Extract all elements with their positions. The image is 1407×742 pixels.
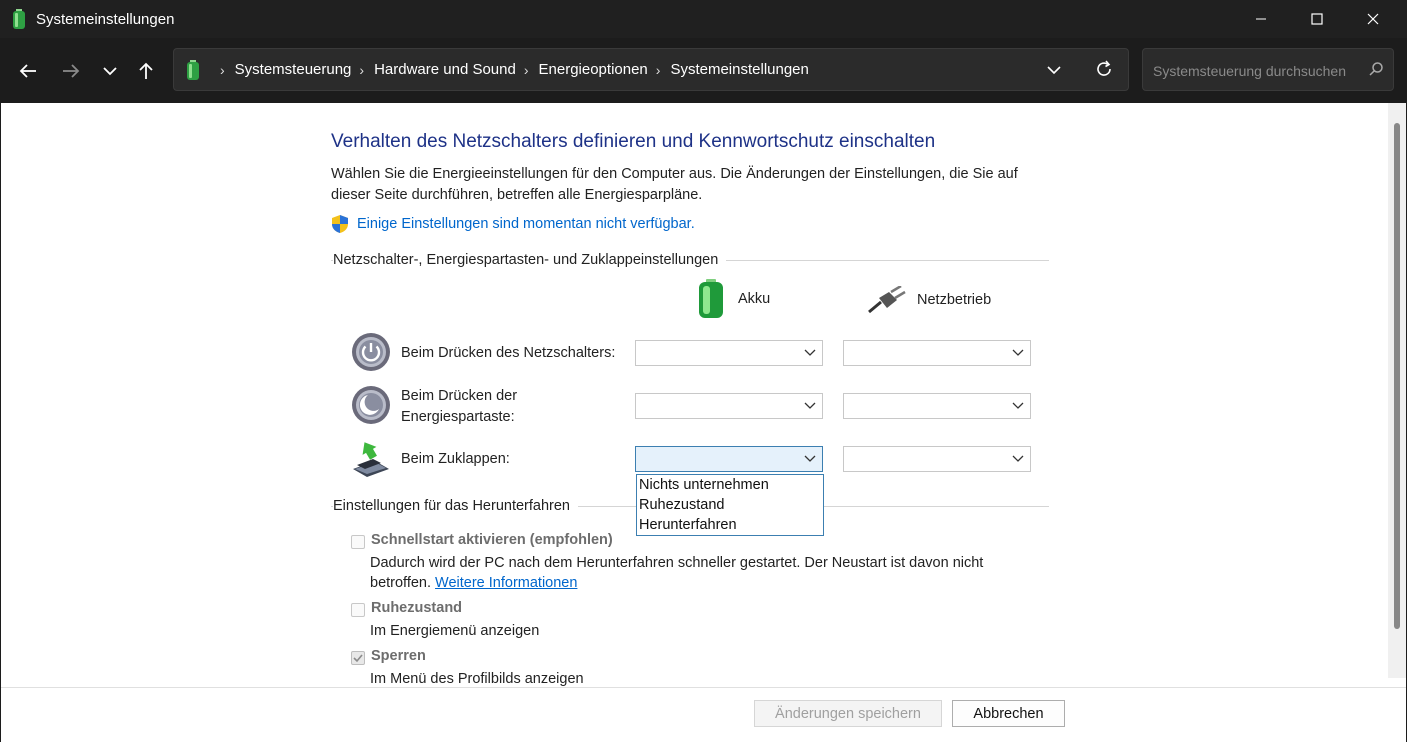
breadcrumb-separator-icon: › (359, 61, 365, 78)
save-changes-button[interactable]: Änderungen speichern (754, 700, 942, 727)
maximize-icon (1311, 13, 1323, 25)
refresh-icon[interactable] (1094, 59, 1114, 79)
lid-close-plugged-select[interactable] (843, 446, 1031, 472)
battery-column-label: Akku (738, 291, 771, 307)
window-title: Systemeinstellungen (36, 11, 175, 28)
chevron-down-icon (1012, 455, 1024, 462)
lock-title: Sperren (371, 648, 426, 664)
breadcrumb-item-energieoptionen[interactable]: Energieoptionen (539, 61, 648, 78)
lid-close-row-label: Beim Zuklappen: (401, 451, 510, 467)
unavailable-settings-link-label[interactable]: Einige Einstellungen sind momentan nicht… (357, 216, 695, 232)
power-button-battery-select[interactable] (635, 340, 823, 366)
battery-column-header: Akku (697, 279, 770, 319)
arrow-right-icon (63, 64, 80, 78)
fast-startup-checkbox[interactable] (351, 535, 365, 549)
power-button-plugged-select[interactable] (843, 340, 1031, 366)
chevron-down-icon (804, 402, 816, 409)
chevron-down-icon (1012, 349, 1024, 356)
breadcrumb-item-systemeinstellungen[interactable]: Systemeinstellungen (670, 61, 808, 78)
sleep-button-icon (352, 386, 390, 424)
power-plug-icon (868, 286, 906, 314)
forward-button[interactable] (58, 58, 84, 84)
battery-icon (187, 59, 199, 80)
footer-bar: Änderungen speichern Abbrechen (1, 687, 1406, 742)
recent-locations-button[interactable] (97, 58, 123, 84)
hibernate-description: Im Energiemenü anzeigen (370, 623, 540, 639)
breadcrumb-separator-icon: › (655, 61, 661, 78)
close-button[interactable] (1350, 0, 1396, 38)
page-title: Verhalten des Netzschalters definieren u… (331, 131, 936, 152)
sleep-button-battery-select[interactable] (635, 393, 823, 419)
breadcrumb: › Systemsteuerung › Hardware und Sound ›… (186, 49, 809, 90)
shutdown-group-title: Einstellungen für das Herunterfahren (333, 498, 578, 514)
page-description: Wählen Sie die Energieeinstellungen für … (331, 166, 1018, 203)
battery-column-icon (699, 279, 723, 318)
cancel-button[interactable]: Abbrechen (952, 700, 1065, 727)
breadcrumb-item-hardware-und-sound[interactable]: Hardware und Sound (374, 61, 516, 78)
battery-app-icon (13, 9, 25, 29)
minimize-button[interactable] (1238, 0, 1284, 38)
unavailable-settings-link[interactable]: Einige Einstellungen sind momentan nicht… (331, 214, 695, 234)
breadcrumb-item-systemsteuerung[interactable]: Systemsteuerung (235, 61, 352, 78)
content-area: Verhalten des Netzschalters definieren u… (1, 103, 1406, 687)
chevron-down-icon (804, 455, 816, 462)
chevron-down-icon (804, 349, 816, 356)
plugged-column-label: Netzbetrieb (917, 292, 992, 308)
hibernate-title: Ruhezustand (371, 600, 463, 616)
title-bar: Systemeinstellungen (0, 0, 1407, 38)
chevron-down-icon (103, 67, 117, 76)
minimize-icon (1256, 18, 1266, 20)
breadcrumb-separator-icon: › (523, 61, 529, 78)
lid-close-battery-select[interactable] (635, 446, 823, 472)
dropdown-option-nichts-unternehmen[interactable]: Nichts unternehmen (637, 475, 823, 495)
checkmark-icon (353, 654, 363, 663)
power-button-icon (352, 333, 390, 371)
back-button[interactable] (15, 58, 41, 84)
power-button-row-label: Beim Drücken des Netzschalters: (401, 345, 616, 361)
dropdown-option-herunterfahren[interactable]: Herunterfahren (637, 515, 823, 535)
fast-startup-title: Schnellstart aktivieren (empfohlen) (371, 532, 613, 548)
address-dropdown-icon[interactable] (1046, 60, 1062, 80)
vertical-scrollbar[interactable] (1388, 103, 1406, 678)
search-input[interactable] (1151, 60, 1360, 82)
laptop-lid-icon (353, 442, 389, 477)
maximize-button[interactable] (1294, 0, 1340, 38)
sleep-button-plugged-select[interactable] (843, 393, 1031, 419)
power-group-title: Netzschalter-, Energiespartasten- und Zu… (333, 252, 727, 268)
more-info-link[interactable]: Weitere Informationen (435, 575, 577, 591)
plugged-column-header: Netzbetrieb (867, 286, 991, 314)
dropdown-option-ruhezustand[interactable]: Ruhezustand (637, 495, 823, 515)
arrow-up-icon (139, 62, 153, 79)
fast-startup-description: Dadurch wird der PC nach dem Herunterfah… (370, 553, 1030, 593)
sleep-button-row-label: Beim Drücken der Energiespartaste: (401, 388, 518, 425)
address-bar[interactable]: › Systemsteuerung › Hardware und Sound ›… (173, 48, 1129, 91)
scrollbar-thumb[interactable] (1394, 123, 1400, 629)
navigation-bar: › Systemsteuerung › Hardware und Sound ›… (0, 38, 1407, 103)
chevron-down-icon (1012, 402, 1024, 409)
arrow-left-icon (19, 64, 36, 78)
close-icon (1367, 13, 1379, 25)
search-box[interactable] (1142, 48, 1394, 91)
lock-checkbox[interactable] (351, 651, 365, 665)
search-icon[interactable] (1368, 61, 1384, 77)
lock-description: Im Menü des Profilbilds anzeigen (370, 671, 584, 687)
breadcrumb-separator-icon: › (220, 61, 225, 78)
up-button[interactable] (133, 58, 159, 84)
lid-close-dropdown-list: Nichts unternehmen Ruhezustand Herunterf… (636, 474, 824, 536)
hibernate-checkbox[interactable] (351, 603, 365, 617)
uac-shield-icon (332, 215, 348, 233)
